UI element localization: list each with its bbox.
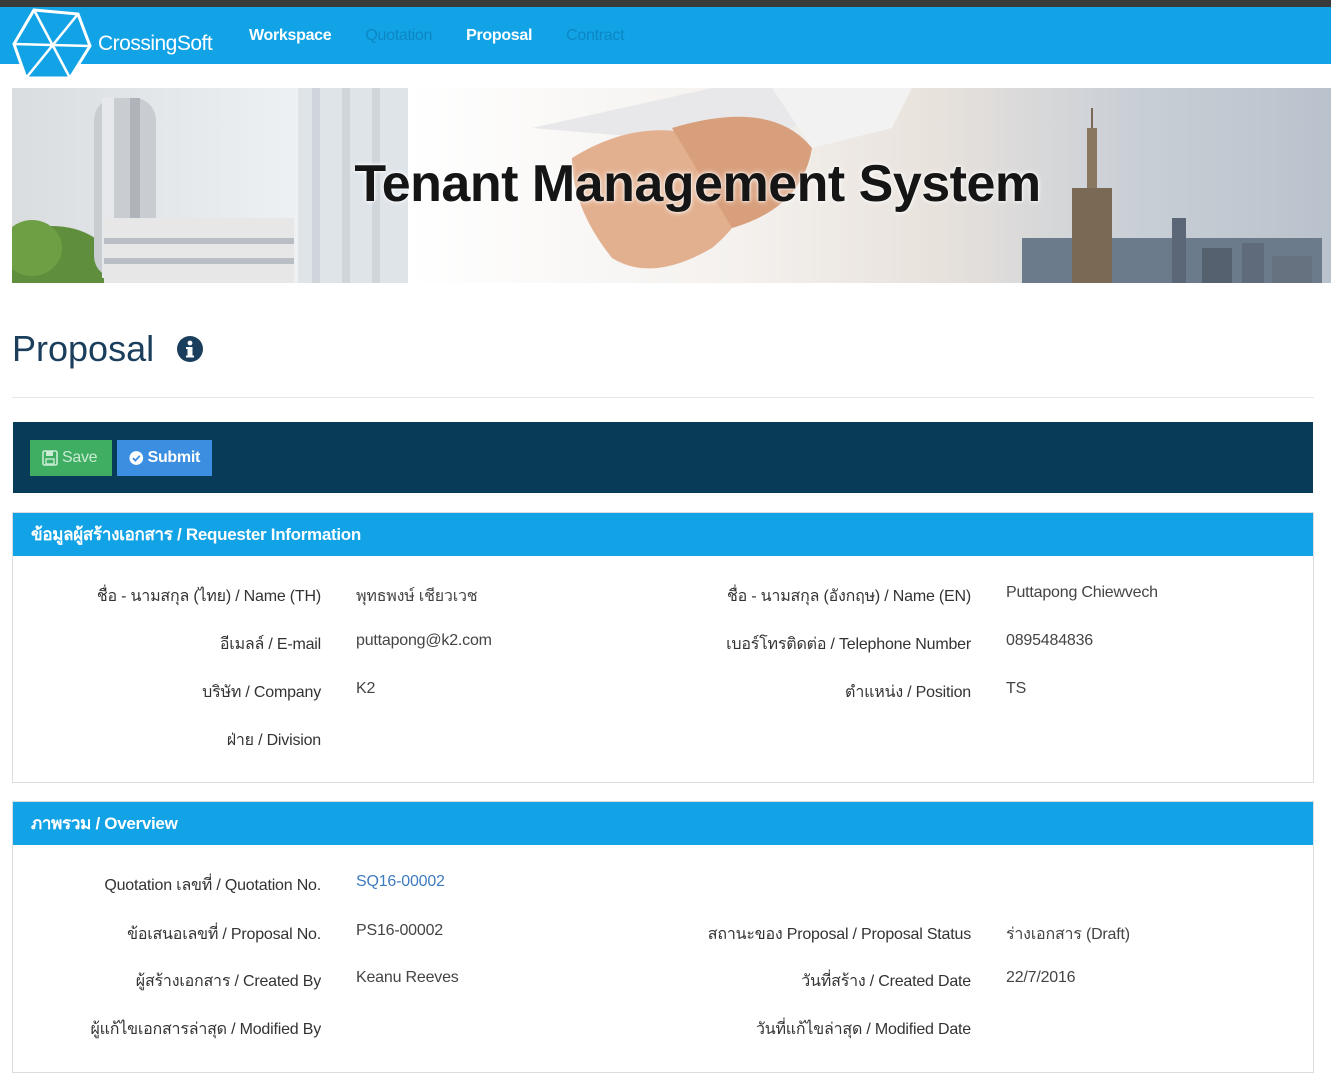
submit-label: Submit: [147, 449, 201, 466]
crossingsoft-logo-icon: [12, 8, 92, 80]
proposal-no-label: ข้อเสนอเลขที่ / Proposal No.: [127, 926, 321, 943]
company-label: บริษัท / Company: [202, 684, 321, 701]
requester-info-panel: ข้อมูลผู้สร้างเอกสาร / Requester Informa…: [12, 512, 1314, 783]
name-th-value: พุทธพงษ์ เชียวเวช: [356, 588, 478, 605]
email-value: puttapong@k2.com: [356, 632, 492, 649]
requester-info-heading: ข้อมูลผู้สร้างเอกสาร / Requester Informa…: [13, 513, 1313, 556]
name-en-label: ชื่อ - นามสกุล (อังกฤษ) / Name (EN): [726, 588, 971, 605]
save-label: Save: [62, 449, 98, 466]
overview-panel: ภาพรวม / Overview Quotation เลขที่ / Quo…: [12, 801, 1314, 1073]
nav-workspace[interactable]: Workspace: [232, 27, 348, 45]
window-top-strip: [0, 0, 1331, 7]
name-en-value: Puttapong Chiewvech: [1006, 584, 1158, 601]
created-by-value: Keanu Reeves: [356, 969, 459, 986]
created-date-label: วันที่สร้าง / Created Date: [801, 973, 971, 990]
page-title: Proposal: [12, 328, 155, 369]
proposal-status-label: สถานะของ Proposal / Proposal Status: [707, 926, 971, 943]
proposal-no-value: PS16-00002: [356, 922, 443, 939]
nav-proposal[interactable]: Proposal: [449, 27, 549, 45]
email-label: อีเมลล์ / E-mail: [219, 636, 321, 653]
page-header: Proposal: [12, 328, 204, 370]
save-button[interactable]: Save: [30, 440, 112, 476]
brand[interactable]: CrossingSoft: [12, 8, 213, 82]
position-value: TS: [1006, 680, 1027, 697]
banner-title: Tenant Management System: [354, 155, 1041, 213]
brand-name: CrossingSoft: [98, 32, 213, 55]
quotation-no-link[interactable]: SQ16-00002: [356, 873, 445, 891]
info-circle-icon[interactable]: [176, 335, 204, 363]
position-label: ตำแหน่ง / Position: [844, 684, 971, 701]
phone-label: เบอร์โทรติดต่อ / Telephone Number: [726, 636, 971, 653]
phone-value: 0895484836: [1006, 632, 1093, 649]
company-value: K2: [356, 680, 376, 697]
overview-heading: ภาพรวม / Overview: [13, 802, 1313, 845]
nav-contract[interactable]: Contract: [549, 27, 641, 45]
division-label: ฝ่าย / Division: [226, 732, 321, 749]
action-toolbar: Save Submit: [13, 422, 1313, 493]
created-date-value: 22/7/2016: [1006, 969, 1076, 986]
modified-date-label: วันที่แก้ไขล่าสุด / Modified Date: [755, 1021, 971, 1038]
quotation-no-label: Quotation เลขที่ / Quotation No.: [104, 877, 321, 894]
name-th-label: ชื่อ - นามสกุล (ไทย) / Name (TH): [96, 588, 321, 605]
main-nav: Workspace Quotation Proposal Contract: [232, 7, 641, 64]
hero-banner: Tenant Management System: [12, 88, 1331, 283]
nav-quotation[interactable]: Quotation: [348, 27, 449, 45]
created-by-label: ผู้สร้างเอกสาร / Created By: [135, 973, 321, 990]
submit-button[interactable]: Submit: [117, 440, 212, 476]
proposal-status-value: ร่างเอกสาร (Draft): [1006, 926, 1130, 943]
floppy-disk-icon: [42, 450, 58, 466]
check-circle-icon: [129, 451, 144, 465]
modified-by-label: ผู้แก้ไขเอกสารล่าสุด / Modified By: [90, 1021, 321, 1038]
title-divider: [12, 397, 1314, 398]
